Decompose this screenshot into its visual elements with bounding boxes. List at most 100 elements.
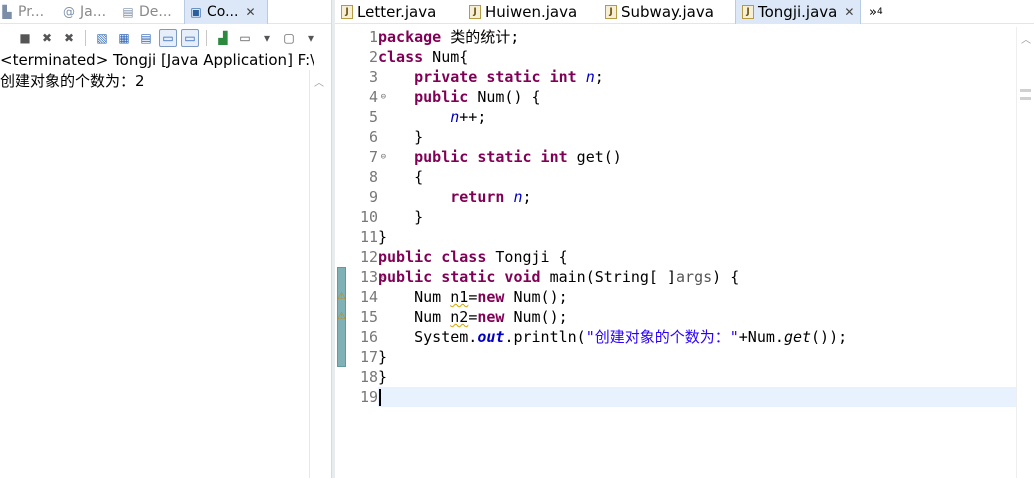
line-number-text: 4 <box>368 88 378 106</box>
keyword: return <box>450 188 505 206</box>
code-line: System.out.println("创建对象的个数为："+Num.get()… <box>378 327 847 347</box>
pin-console-icon[interactable]: ▟ <box>214 29 232 47</box>
annotation-ruler: ⚠ ⚠ <box>335 27 347 478</box>
code-line: n++; <box>378 107 486 127</box>
chevron-down-icon[interactable]: ▾ <box>258 29 276 47</box>
code-line: } <box>378 228 388 246</box>
remove-launch-icon[interactable]: ✖ <box>38 29 56 47</box>
overview-marker[interactable] <box>1020 89 1031 92</box>
declaration-icon: ▤ <box>122 5 134 19</box>
word-wrap-icon[interactable]: ▤ <box>137 29 155 47</box>
display-console-icon[interactable]: ▭ <box>236 29 254 47</box>
warning-icon[interactable]: ⚠ <box>337 311 347 323</box>
code-line: private static int n; <box>378 67 604 87</box>
line-number-text: 13 <box>359 268 378 286</box>
java-file-icon: J <box>605 5 617 19</box>
tab-declaration[interactable]: ▤ De... <box>121 0 171 24</box>
keyword: class <box>378 48 424 66</box>
line-number: 14 <box>359 288 378 306</box>
code-line: } <box>378 208 424 226</box>
tab-label: Subway.java <box>621 3 714 21</box>
keyword: public <box>414 88 469 106</box>
line-number: 18 <box>359 368 378 386</box>
code-text: ) { <box>712 268 740 286</box>
code-text: Num() { <box>468 88 541 106</box>
tab-huiwen-java[interactable]: J Huiwen.java <box>463 0 577 24</box>
unused-variable: n2 <box>450 308 469 326</box>
keyword: package <box>378 28 442 46</box>
chevron-down-icon[interactable]: ▾ <box>302 29 320 47</box>
code-text-area[interactable]: package 类的统计; class Num{ private static … <box>378 27 1034 478</box>
line-number: 13 ⊖ <box>347 267 386 287</box>
line-number: 9 <box>368 188 378 206</box>
line-number: 2 <box>368 48 378 66</box>
code-text: ()); <box>811 328 848 346</box>
tab-subway-java[interactable]: J Subway.java <box>599 0 714 24</box>
line-number: 11 <box>359 228 378 246</box>
code-text: 类的统计; <box>441 28 520 46</box>
tab-letter-java[interactable]: J Letter.java <box>335 0 436 24</box>
string-literal: "创建对象的个数为：" <box>585 328 739 346</box>
line-number: 15 <box>359 308 378 326</box>
code-text: ; <box>522 188 532 206</box>
code-line: public static void main(String[ ]args) { <box>378 267 739 287</box>
overview-marker[interactable] <box>1020 97 1031 100</box>
code-editor[interactable]: ⚠ ⚠ 1 2 3 4 ⊖ 5 6 7 ⊖ 8 9 10 11 12 13 ⊖ 14 … <box>335 27 1034 478</box>
line-number: 6 <box>368 128 378 146</box>
toolbar-separator <box>206 30 207 46</box>
console-scrollbar[interactable]: ︿ <box>309 70 326 478</box>
tab-console[interactable]: ▣ Co... ✕ <box>184 0 268 24</box>
code-line: Num n2=new Num(); <box>378 307 568 327</box>
line-number: 19 <box>359 388 378 406</box>
open-console-icon[interactable]: ▢ <box>280 29 298 47</box>
tab-label: Pr... <box>18 4 45 20</box>
console-output-line: 创建对象的个数为：2 <box>0 72 145 90</box>
remove-all-terminated-icon[interactable]: ✖ <box>60 29 78 47</box>
tab-label: Co... <box>207 4 239 20</box>
code-text: = <box>468 288 478 306</box>
code-text: Num <box>414 308 451 326</box>
code-text: ; <box>594 68 604 86</box>
console-process-label: <terminated> Tongji [Java Application] F… <box>0 51 314 69</box>
show-on-stderr-icon[interactable]: ▭ <box>181 29 199 47</box>
line-number: 7 ⊖ <box>347 147 386 167</box>
java-file-icon: J <box>469 5 481 19</box>
code-line: class Num{ <box>378 47 468 67</box>
java-file-icon: J <box>742 5 754 19</box>
scroll-up-icon[interactable]: ︿ <box>314 74 324 89</box>
code-text: +Num. <box>738 328 784 346</box>
code-line: Num n1=new Num(); <box>378 287 568 307</box>
code-text: get() <box>567 148 622 166</box>
line-number: 10 <box>359 208 378 226</box>
tab-package-explorer[interactable]: ▙ Pr... <box>0 0 44 24</box>
close-icon[interactable]: ✕ <box>245 5 255 19</box>
code-line: } <box>378 368 388 386</box>
code-line: } <box>378 348 388 366</box>
more-tabs-button[interactable]: » 4 <box>869 0 883 24</box>
tab-tongji-java[interactable]: J Tongji.java ✕ <box>735 0 861 24</box>
warning-icon[interactable]: ⚠ <box>337 291 347 303</box>
tab-javadoc[interactable]: @ Ja... <box>62 0 106 24</box>
scroll-up-icon[interactable]: ︿ <box>1021 31 1031 46</box>
code-line: { <box>378 168 424 186</box>
terminate-icon[interactable]: ■ <box>16 29 34 47</box>
code-text: Num{ <box>423 48 469 66</box>
show-on-stdout-icon[interactable]: ▭ <box>159 29 177 47</box>
clear-console-icon[interactable]: ▧ <box>93 29 111 47</box>
code-text: Tongji { <box>486 248 568 266</box>
field-identifier: n <box>513 188 523 206</box>
more-tabs-icon: » <box>869 4 877 20</box>
scroll-lock-icon[interactable]: ▦ <box>115 29 133 47</box>
editor-scrollbar[interactable]: ︿ <box>1016 27 1034 478</box>
code-line: public class Tongji { <box>378 247 568 267</box>
close-icon[interactable]: ✕ <box>844 5 854 19</box>
text-caret <box>379 389 381 406</box>
